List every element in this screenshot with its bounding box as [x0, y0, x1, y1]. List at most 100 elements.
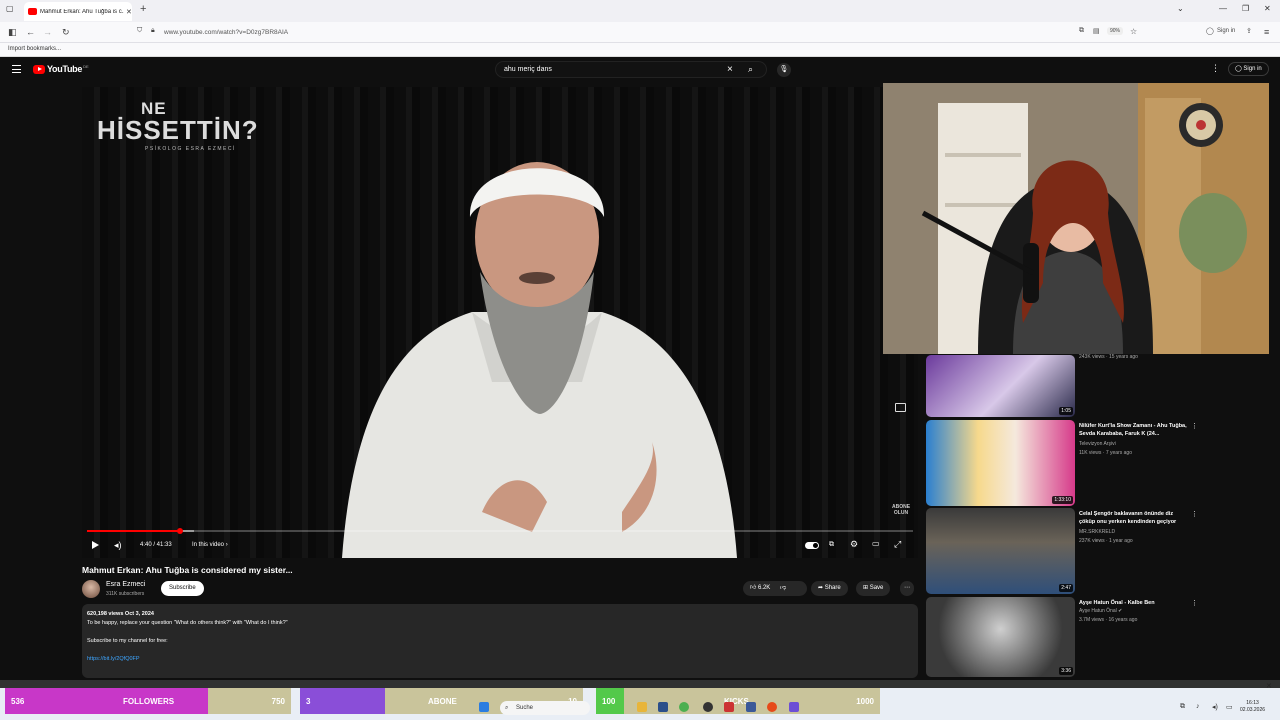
extensions-icon[interactable]: ⇪: [1246, 27, 1252, 35]
firefox-icon[interactable]: [767, 702, 777, 712]
file-explorer-icon[interactable]: [637, 702, 647, 712]
related-video[interactable]: 3:36 Ayşe Hatun Önal - Kalbe Ben Ayşe Ha…: [926, 597, 1206, 677]
shield-icon[interactable]: ⛉: [137, 27, 142, 35]
mic-tray-icon[interactable]: ♪: [1196, 703, 1200, 710]
hamburger-menu-icon[interactable]: [12, 65, 21, 73]
related-title[interactable]: Nilüfer Kurt'la Show Zamanı - Ahu Tuğba,…: [1079, 422, 1189, 438]
system-clock[interactable]: 16:13 02.03.2026: [1240, 700, 1265, 714]
browser-signin[interactable]: Sign in: [1217, 28, 1235, 34]
video-duration: 1:33:10: [1052, 496, 1073, 504]
related-more-icon[interactable]: ⋮: [1191, 422, 1198, 430]
player-settings-icon[interactable]: ⚙: [850, 539, 858, 550]
miniplayer-icon[interactable]: [895, 403, 906, 412]
captions-icon[interactable]: ⧉: [829, 541, 834, 549]
subscribe-button[interactable]: Subscribe: [161, 581, 204, 596]
bookmark-star-icon[interactable]: ☆: [1130, 27, 1137, 36]
account-icon[interactable]: ◯: [1206, 27, 1214, 35]
close-window-icon[interactable]: ✕: [1264, 4, 1271, 13]
taskbar-app-icon[interactable]: [746, 702, 756, 712]
related-meta: 237K views · 1 year ago: [1079, 538, 1133, 544]
description-box[interactable]: 620,198 views Oct 3, 2024 To be happy, r…: [82, 604, 918, 678]
clear-search-icon[interactable]: ×: [727, 64, 733, 75]
video-title: Mahmut Erkan: Ahu Tuğba is considered my…: [82, 565, 293, 575]
browser-navbar: ◧ ← → ↻ ⛉ 🔒︎ www.youtube.com/watch?v=D0z…: [0, 22, 1280, 43]
related-title[interactable]: Celal Şengör baklavanın önünde diz çöküp…: [1079, 510, 1189, 526]
progress-scrubber[interactable]: [176, 528, 183, 534]
menu-icon[interactable]: ≡: [1264, 27, 1269, 37]
search-box[interactable]: ahu meriç dans × ⌕: [495, 61, 767, 78]
search-input[interactable]: ahu meriç dans: [504, 66, 552, 73]
share-button[interactable]: ➦ Share: [811, 581, 848, 596]
like-button[interactable]: 👍︎ 6.2K: [750, 585, 770, 591]
channel-avatar[interactable]: [82, 580, 100, 598]
description-link[interactable]: https://bit.ly/2QfQ0FP: [87, 656, 140, 662]
youtube-signin-button[interactable]: ◯ Sign in: [1228, 62, 1269, 76]
taskbar-app-icon[interactable]: [658, 702, 668, 712]
discord-icon[interactable]: [789, 702, 799, 712]
more-actions-icon[interactable]: ⋯: [900, 581, 914, 596]
related-title[interactable]: Ayşe Hatun Önal - Kalbe Ben: [1079, 599, 1189, 607]
related-thumbnail[interactable]: 1:33:10: [926, 420, 1075, 506]
channel-name[interactable]: Esra Ezmeci: [106, 581, 145, 588]
youtube-logo[interactable]: YouTube DE: [33, 64, 89, 74]
related-thumbnail[interactable]: 3:36: [926, 597, 1075, 677]
related-video[interactable]: 1:33:10 Nilüfer Kurt'la Show Zamanı - Ah…: [926, 420, 1206, 506]
browser-tab[interactable]: Mahmut Erkan: Ahu Tuğba is c... ✕: [24, 2, 132, 21]
import-bookmarks-link[interactable]: Import bookmarks...: [8, 46, 61, 52]
fullscreen-icon[interactable]: ⤢: [894, 539, 901, 550]
youtube-wordmark: YouTube: [47, 64, 83, 74]
settings-more-icon[interactable]: ⋮: [1211, 63, 1220, 74]
power-icon[interactable]: ▭: [1226, 703, 1233, 711]
related-channel[interactable]: Ayşe Hatun Önal ✔: [1079, 608, 1122, 614]
address-bar[interactable]: www.youtube.com/watch?v=D0zg7BR8AIA: [148, 25, 1138, 40]
network-icon[interactable]: ⧉: [1180, 703, 1185, 711]
taskbar-app-icon[interactable]: [724, 702, 734, 712]
minimize-icon[interactable]: —: [1219, 4, 1227, 13]
related-thumbnail[interactable]: 1:05: [926, 355, 1075, 417]
related-more-icon[interactable]: ⋮: [1191, 510, 1198, 518]
search-icon[interactable]: ⌕: [748, 64, 753, 75]
reader-icon[interactable]: ▤: [1093, 27, 1100, 35]
microphone-icon[interactable]: 🎙︎: [777, 63, 791, 77]
obs-icon[interactable]: [703, 702, 713, 712]
save-button[interactable]: ⊞ Save: [856, 581, 891, 596]
sidebar-icon[interactable]: ◧: [8, 27, 17, 38]
back-icon[interactable]: ←: [26, 27, 35, 37]
related-channel[interactable]: Televizyon Arşivi: [1079, 441, 1116, 447]
taskbar-search[interactable]: ⌕ Suche: [500, 701, 590, 715]
tab-list-icon[interactable]: ▢: [6, 4, 14, 13]
video-duration: 1:05: [1059, 407, 1073, 415]
autoplay-toggle[interactable]: [805, 542, 819, 549]
theater-mode-icon[interactable]: ▭: [872, 539, 880, 548]
translate-icon[interactable]: ⧉: [1079, 27, 1084, 35]
forward-icon[interactable]: →: [43, 27, 52, 37]
dislike-button[interactable]: 👎︎: [780, 585, 786, 591]
related-video[interactable]: 1:05 243K views · 15 years ago: [926, 354, 1206, 417]
related-more-icon[interactable]: ⋮: [1191, 599, 1198, 607]
volume-icon[interactable]: ◂): [114, 540, 122, 551]
close-tab-icon[interactable]: ✕: [126, 8, 132, 16]
tab-overflow-icon[interactable]: ⌄: [1177, 4, 1184, 13]
play-icon[interactable]: [92, 541, 99, 549]
chrome-icon[interactable]: [679, 702, 689, 712]
progress-bar[interactable]: [87, 528, 913, 534]
youtube-play-icon: [33, 64, 45, 74]
related-video[interactable]: 2:47 Celal Şengör baklavanın önünde diz …: [926, 508, 1206, 594]
subscribe-watermark[interactable]: ABONE OLUN: [890, 504, 912, 516]
zoom-level[interactable]: 90%: [1107, 27, 1124, 35]
reload-icon[interactable]: ↻: [62, 27, 70, 38]
volume-tray-icon[interactable]: ◂): [1212, 703, 1218, 711]
chapters-button[interactable]: In this video ›: [192, 542, 228, 548]
close-overlay-icon[interactable]: ✕: [1266, 682, 1272, 690]
windows-start-icon[interactable]: [479, 702, 489, 712]
video-player[interactable]: NE HİSSETTİN? PSİKOLOG ESRA EZMECİ ABONE…: [82, 87, 918, 558]
clock-time: 16:13: [1246, 700, 1259, 706]
bookmarks-bar: Import bookmarks...: [0, 43, 1280, 57]
maximize-icon[interactable]: ❐: [1242, 4, 1249, 13]
description-meta: 620,198 views Oct 3, 2024: [87, 611, 154, 617]
related-meta: 11K views · 7 years ago: [1079, 450, 1132, 456]
tab-title: Mahmut Erkan: Ahu Tuğba is c...: [40, 8, 124, 15]
related-thumbnail[interactable]: 2:47: [926, 508, 1075, 594]
related-channel[interactable]: MR.SRKKRELD: [1079, 529, 1115, 535]
new-tab-icon[interactable]: +: [140, 3, 146, 15]
